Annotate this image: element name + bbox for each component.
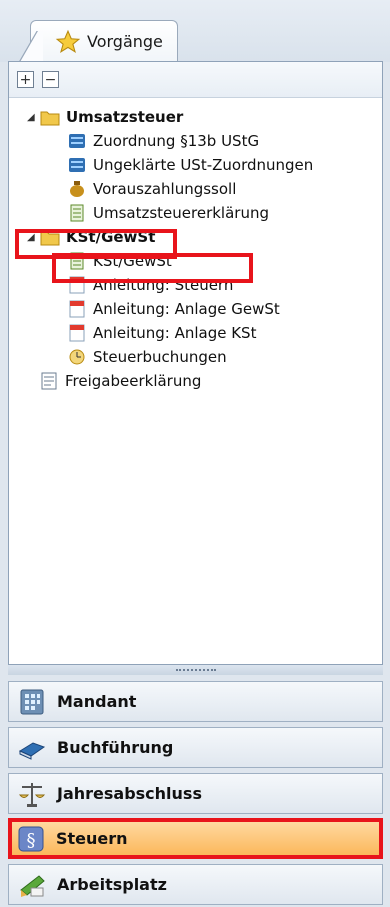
tree-item-freigabeerklaerung[interactable]: Freigabeerklärung: [39, 370, 201, 392]
nav-jahresabschluss-button[interactable]: Jahresabschluss: [8, 773, 383, 814]
pdf-icon: [69, 276, 85, 294]
nav-arbeitsplatz-button[interactable]: Arbeitsplatz: [8, 864, 383, 905]
document-icon: [41, 372, 57, 390]
tree-label: Freigabeerklärung: [65, 372, 202, 390]
desk-icon: [20, 874, 45, 897]
pdf-icon: [69, 300, 85, 318]
tree-node-kst-gewst[interactable]: ◢ KSt/GewSt: [27, 226, 155, 248]
ledger-icon: [69, 134, 85, 148]
tree-item-umsatzsteuererklaerung[interactable]: Umsatzsteuererklärung: [67, 202, 269, 224]
tree-item-vorauszahlungssoll[interactable]: Vorauszahlungssoll: [67, 178, 236, 200]
paragraph-icon: §: [18, 826, 44, 851]
tree-item-kst-gewst-form[interactable]: KSt/GewSt: [67, 250, 172, 272]
nav-label: Jahresabschluss: [57, 784, 202, 803]
panel-splitter[interactable]: [8, 665, 383, 675]
tree-label: Anleitung: Anlage KSt: [93, 324, 257, 342]
vorgaenge-panel: + − ◢ Umsatzsteuer Zuordnung §13b UStG U…: [8, 61, 383, 665]
form-icon: [70, 204, 84, 222]
nav-label: Arbeitsplatz: [57, 875, 167, 894]
expanded-arrow-icon[interactable]: ◢: [27, 232, 37, 243]
tree-item-zuordnung[interactable]: Zuordnung §13b UStG: [67, 130, 259, 152]
tree-label: KSt/GewSt: [93, 252, 172, 270]
tree-label: Zuordnung §13b UStG: [93, 132, 260, 150]
tree-label: Ungeklärte USt-Zuordnungen: [93, 156, 314, 174]
clock-document-icon: [69, 349, 85, 365]
building-icon: [20, 689, 44, 714]
svg-text:§: §: [27, 830, 36, 851]
collapse-all-button[interactable]: −: [42, 71, 59, 88]
nav-label: Buchführung: [57, 738, 174, 757]
star-icon: [55, 29, 81, 53]
tab-label: Vorgänge: [87, 32, 163, 51]
tree-item-anleitung-steuern[interactable]: Anleitung: Steuern: [67, 274, 233, 296]
nav-label: Steuern: [56, 829, 128, 848]
folder-icon: [40, 231, 60, 246]
pdf-icon: [69, 324, 85, 342]
tree-item-anleitung-kst[interactable]: Anleitung: Anlage KSt: [67, 322, 256, 344]
nav-label: Mandant: [57, 692, 137, 711]
tree-item-ungeklaerte[interactable]: Ungeklärte USt-Zuordnungen: [67, 154, 313, 176]
money-bag-icon: [70, 181, 84, 197]
nav-mandant-button[interactable]: Mandant: [8, 681, 383, 722]
tree-toolbar: + −: [9, 62, 382, 98]
tree-node-umsatzsteuer[interactable]: ◢ Umsatzsteuer: [27, 106, 183, 128]
process-tree: ◢ Umsatzsteuer Zuordnung §13b UStG Ungek…: [9, 98, 382, 390]
tree-item-steuerbuchungen[interactable]: Steuerbuchungen: [67, 346, 227, 368]
tree-label: Vorauszahlungssoll: [93, 180, 237, 198]
tab-vorgaenge[interactable]: Vorgänge: [13, 20, 178, 63]
book-icon: [18, 741, 46, 760]
tree-label: Umsatzsteuer: [66, 108, 184, 126]
tree-label: Anleitung: Anlage GewSt: [93, 300, 280, 318]
tree-label: KSt/GewSt: [66, 228, 156, 246]
tree-label: Umsatzsteuererklärung: [93, 204, 269, 222]
tree-item-anleitung-gewst[interactable]: Anleitung: Anlage GewSt: [67, 298, 280, 320]
form-icon: [70, 252, 84, 270]
ledger-icon: [69, 158, 85, 172]
expand-all-button[interactable]: +: [17, 71, 34, 88]
nav-steuern-button[interactable]: § Steuern: [8, 818, 383, 859]
expanded-arrow-icon[interactable]: ◢: [27, 112, 37, 123]
tree-label: Steuerbuchungen: [93, 348, 227, 366]
nav-buchfuehrung-button[interactable]: Buchführung: [8, 727, 383, 768]
tree-label: Anleitung: Steuern: [93, 276, 234, 294]
folder-icon: [40, 111, 60, 126]
tab-strip: Vorgänge: [0, 0, 390, 63]
scales-icon: [18, 782, 46, 807]
